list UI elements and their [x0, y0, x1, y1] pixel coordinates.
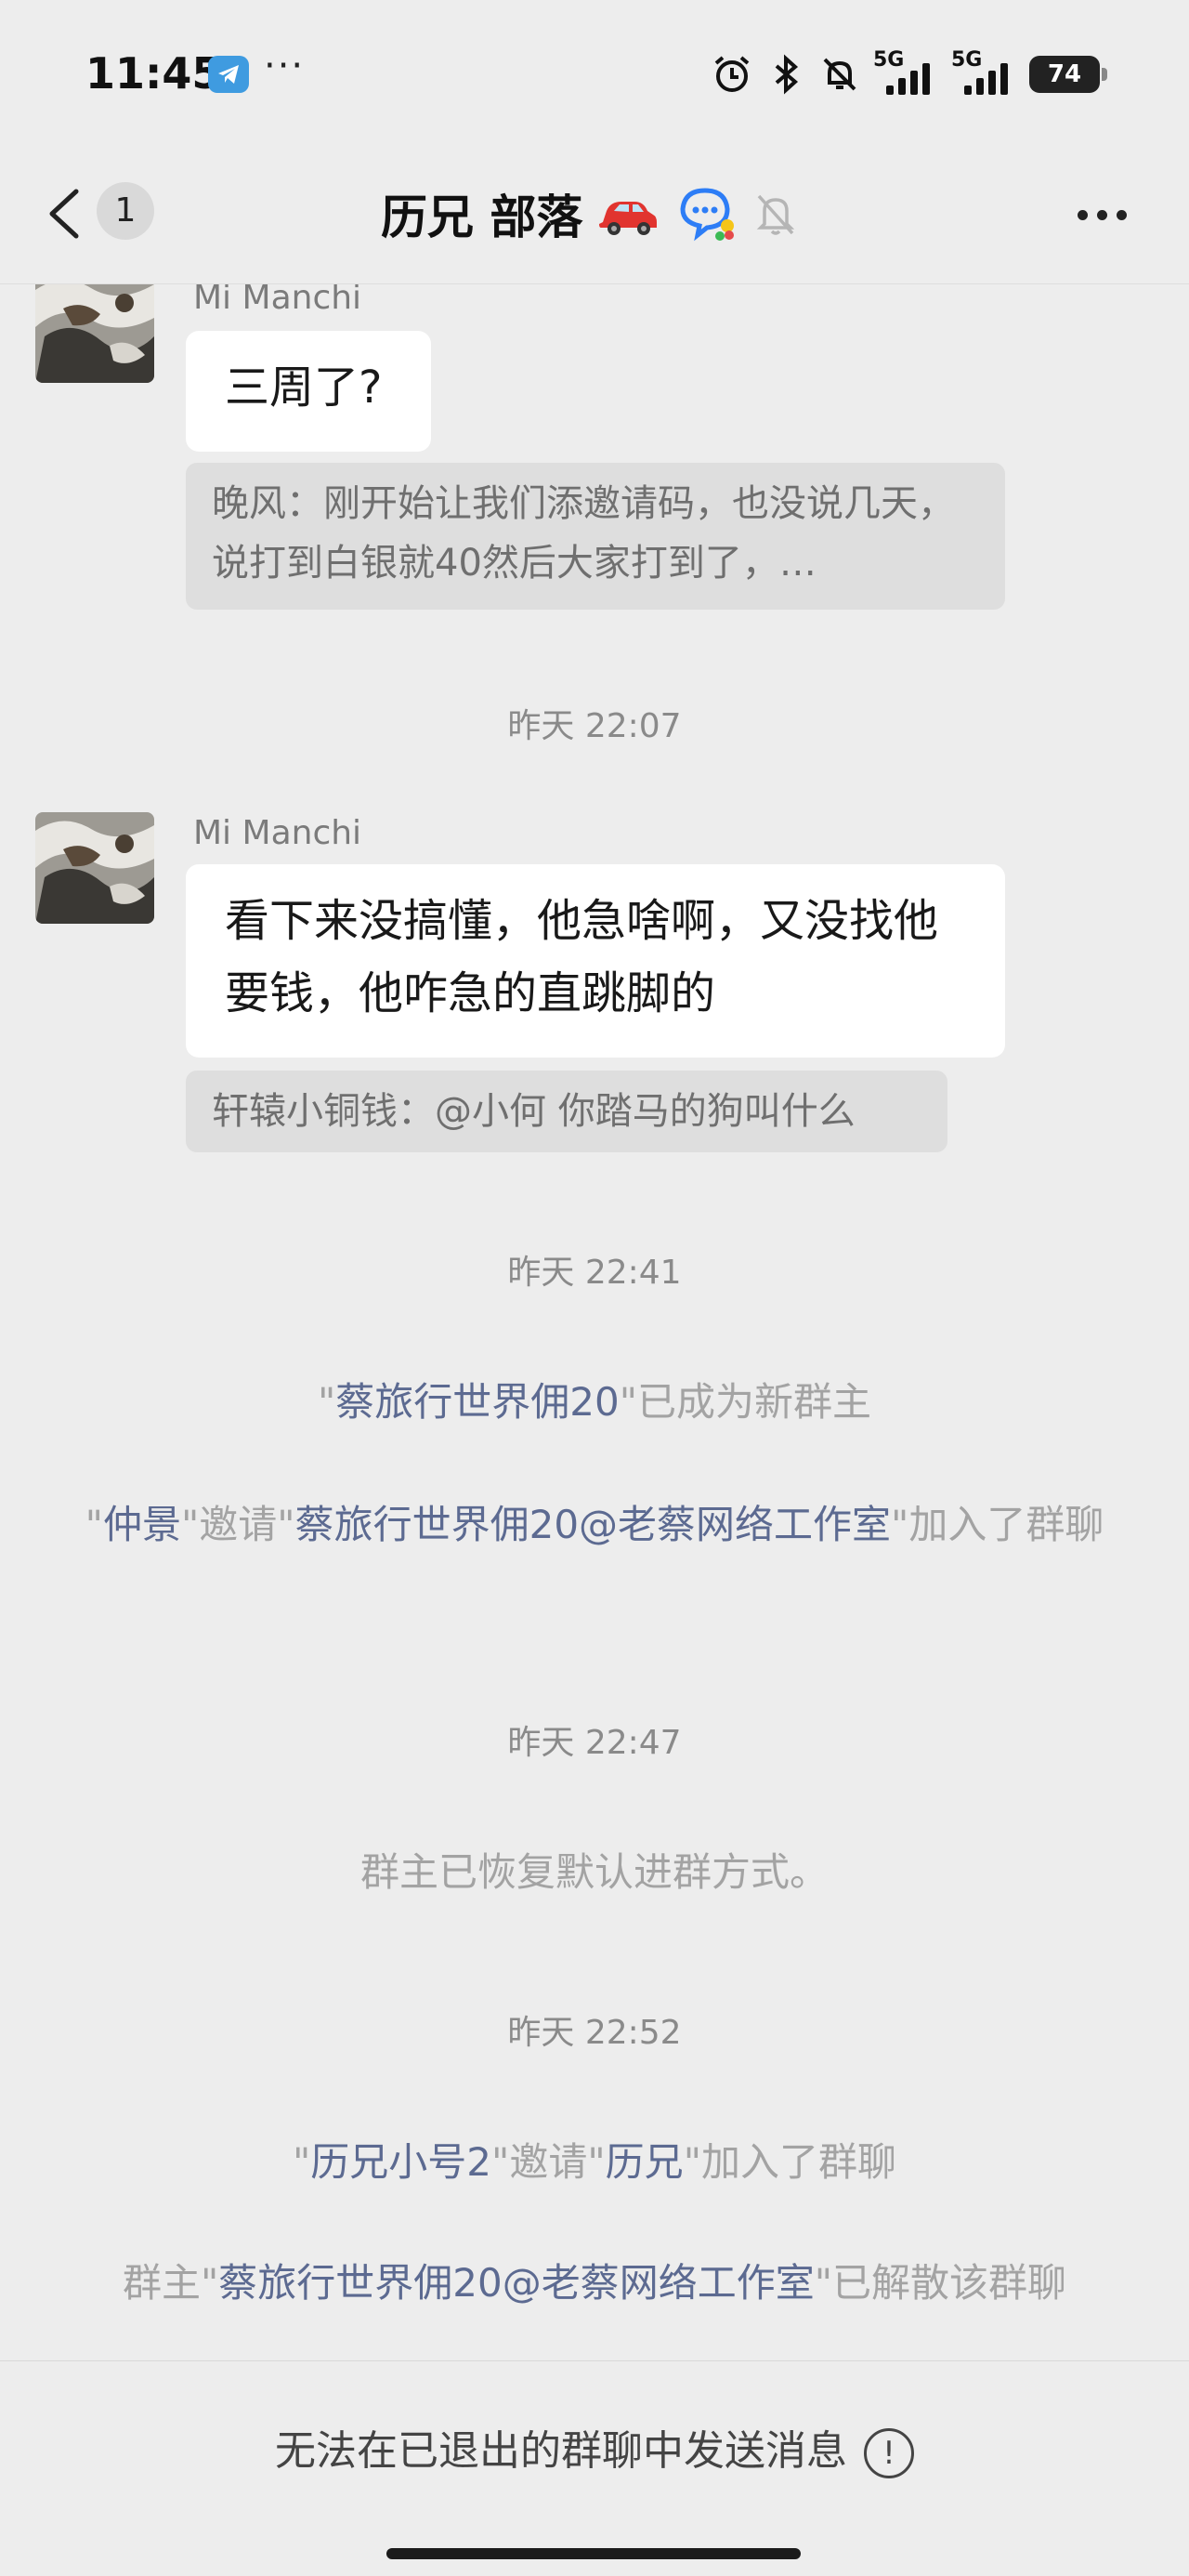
system-message-invite: "仲景"邀请"蔡旅行世界佣20@老蔡网络工作室"加入了群聊: [85, 1502, 1104, 1547]
status-bar: 11:45 ··· 5G 5G 74: [0, 0, 1189, 149]
signal-5g-icon: 5G: [873, 48, 938, 97]
quoted-message[interactable]: 晚风：刚开始让我们添邀请码，也没说几天，说打到白银就40然后大家打到了，…: [186, 463, 1005, 610]
info-icon[interactable]: !: [864, 2428, 914, 2478]
mute-icon: [819, 54, 860, 95]
member-name-link[interactable]: 仲景: [103, 1502, 181, 1547]
member-name-link[interactable]: 蔡旅行世界佣20@老蔡网络工作室: [218, 2260, 814, 2306]
more-notifications-icon: ···: [264, 45, 306, 87]
member-name-link[interactable]: 蔡旅行世界佣20: [335, 1379, 619, 1425]
bluetooth-icon: [765, 54, 806, 95]
car-icon: [597, 191, 659, 237]
member-name-link[interactable]: 历兄: [606, 2139, 684, 2185]
system-message-invite: "历兄小号2"邀请"历兄"加入了群聊: [292, 2139, 897, 2185]
timestamp: 昨天 22:47: [507, 1724, 682, 1762]
sender-name: Mi Manchi: [193, 814, 362, 852]
system-message-restore: 群主已恢复默认进群方式。: [359, 1849, 829, 1895]
timestamp: 昨天 22:52: [507, 2014, 682, 2052]
member-name-link[interactable]: 历兄小号2: [310, 2139, 491, 2185]
telegram-icon: [208, 56, 249, 93]
chat-header: 1 历兄 部落: [0, 149, 1189, 284]
unread-badge[interactable]: 1: [97, 182, 154, 240]
battery-icon: 74: [1029, 56, 1107, 93]
more-options-button[interactable]: [1078, 191, 1137, 238]
system-message-dissolved: 群主"蔡旅行世界佣20@老蔡网络工作室"已解散该群聊: [122, 2260, 1067, 2306]
member-name-link[interactable]: 蔡旅行世界佣20@老蔡网络工作室: [295, 1502, 891, 1547]
chat-messages[interactable]: Mi Manchi 三周了? 晚风：刚开始让我们添邀请码，也没说几天，说打到白银…: [0, 284, 1189, 2360]
message-bubble[interactable]: 三周了?: [186, 331, 431, 452]
avatar[interactable]: [35, 284, 154, 383]
cannot-send-notice: 无法在已退出的群聊中发送消息: [275, 2427, 847, 2475]
message-bubble[interactable]: 看下来没搞懂，他急啥啊，又没找他要钱，他咋急的直跳脚的: [186, 864, 1005, 1058]
avatar[interactable]: [35, 812, 154, 924]
back-button[interactable]: [43, 186, 89, 242]
chat-footer: 无法在已退出的群聊中发送消息!: [0, 2360, 1189, 2576]
status-time: 11:45: [85, 48, 222, 99]
home-indicator[interactable]: [386, 2548, 801, 2559]
chevron-left-icon: [49, 189, 79, 239]
alarm-icon: [712, 54, 752, 95]
sender-name: Mi Manchi: [193, 284, 362, 317]
quoted-message[interactable]: 轩辕小铜钱：@小何 你踏马的狗叫什么: [186, 1071, 947, 1152]
timestamp: 昨天 22:07: [507, 707, 682, 745]
group-chat-icon: [673, 183, 738, 244]
chat-title: 历兄 部落: [381, 191, 583, 244]
muted-bell-icon: [753, 189, 798, 239]
system-message-new-owner: "蔡旅行世界佣20"已成为新群主: [317, 1379, 872, 1425]
timestamp: 昨天 22:41: [507, 1254, 682, 1292]
signal-5g-icon: 5G: [951, 48, 1016, 97]
